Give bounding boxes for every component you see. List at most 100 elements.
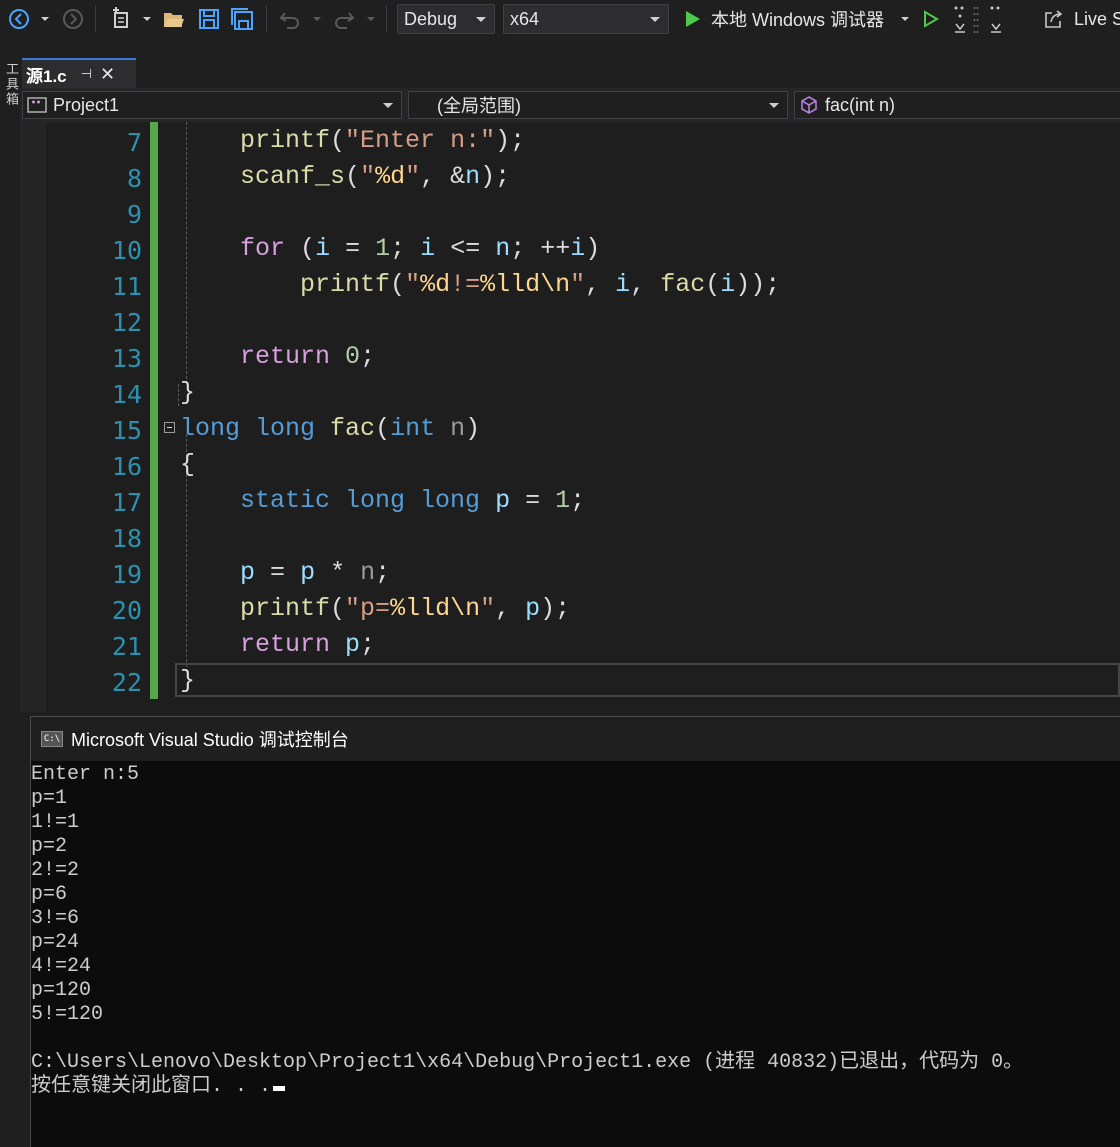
redo-dropdown-icon[interactable]	[364, 0, 378, 38]
start-debug-button[interactable]: 本地 Windows 调试器	[711, 0, 884, 38]
scope-guide	[178, 384, 179, 406]
console-line: Enter n:5	[31, 763, 140, 786]
method-cube-icon	[801, 96, 817, 114]
console-line: p=6	[31, 883, 68, 906]
console-line: p=24	[31, 931, 80, 954]
platform-value: x64	[510, 8, 540, 29]
member-dropdown[interactable]: fac(int n)	[794, 91, 1120, 119]
code-line: {	[180, 450, 196, 479]
project-icon	[27, 97, 47, 113]
code-line: scanf_s("%d", &n);	[240, 162, 511, 191]
line-number: 15	[111, 416, 142, 445]
chevron-down-icon	[476, 17, 486, 22]
console-title: Microsoft Visual Studio 调试控制台	[71, 730, 349, 750]
code-line: printf("p=%lld\n", p);	[240, 594, 571, 623]
current-line-highlight	[175, 663, 1120, 697]
save-icon[interactable]	[195, 0, 223, 38]
line-number: 17	[111, 488, 142, 517]
toolbar-overflow-icon[interactable]	[986, 0, 1006, 38]
grip-icon	[970, 0, 982, 38]
line-number: 14	[111, 380, 142, 409]
line-number: 20	[111, 596, 142, 625]
code-line: }	[180, 666, 196, 695]
member-name: fac(int n)	[825, 94, 896, 115]
console-line: 3!=6	[31, 907, 80, 930]
document-tab-bar: 源1.c ⊣ ✕	[20, 38, 1120, 88]
code-line: return p;	[240, 630, 376, 659]
code-line: for (i = 1; i <= n; ++i)	[240, 234, 601, 263]
console-line: 1!=1	[31, 811, 80, 834]
code-line: printf("Enter n:");	[240, 126, 526, 155]
line-number: 8	[126, 164, 142, 193]
debug-target-dropdown-icon[interactable]	[898, 0, 912, 38]
text-cursor	[273, 1086, 286, 1091]
undo-icon[interactable]	[276, 0, 304, 38]
tab-source-file[interactable]: 源1.c ⊣ ✕	[22, 58, 136, 88]
toolbar: Debug x64 本地 Windows 调试器 Live S	[0, 0, 1120, 38]
save-all-icon[interactable]	[228, 0, 256, 38]
console-line: 5!=120	[31, 1003, 104, 1026]
line-number: 21	[111, 632, 142, 661]
tool-window-strip: 工具箱	[0, 38, 20, 1147]
pin-icon[interactable]: ⊣	[81, 66, 92, 82]
open-folder-icon[interactable]	[160, 0, 188, 38]
code-line: }	[180, 378, 196, 407]
scope-name: (全局范围)	[437, 96, 521, 116]
back-icon[interactable]	[6, 0, 32, 38]
console-line: p=120	[31, 979, 92, 1002]
code-line: p = p * n;	[240, 558, 391, 587]
new-project-icon[interactable]	[108, 0, 136, 38]
console-line: 2!=2	[31, 859, 80, 882]
chevron-down-icon	[650, 17, 660, 22]
start-debug-icon[interactable]	[682, 0, 704, 38]
glyph-margin[interactable]	[20, 122, 46, 712]
code-editor[interactable]: 7 8 9 10 11 12 13 14 15 16 17 18 19 20 21 22 printf("En…	[20, 122, 1120, 712]
console-prompt: 按任意键关闭此窗口. . .	[31, 1075, 272, 1098]
redo-icon[interactable]	[330, 0, 358, 38]
platform-select[interactable]: x64	[503, 4, 669, 34]
console-line: C:\Users\Lenovo\Desktop\Project1\x64\Deb…	[31, 1051, 1024, 1074]
project-name: Project1	[53, 94, 120, 115]
undo-dropdown-icon[interactable]	[310, 0, 324, 38]
start-without-debug-icon[interactable]	[920, 0, 942, 38]
console-line: 4!=24	[31, 955, 92, 978]
chevron-down-icon	[769, 103, 779, 108]
console-title-bar[interactable]: C:\ Microsoft Visual Studio 调试控制台	[31, 717, 1120, 761]
live-share-button[interactable]: Live S	[1074, 0, 1120, 38]
code-line: printf("%d!=%lld\n", i, fac(i));	[300, 270, 781, 299]
line-number: 10	[111, 236, 142, 265]
forward-icon[interactable]	[60, 0, 86, 38]
line-number: 13	[111, 344, 142, 373]
line-number: 16	[111, 452, 142, 481]
line-number: 7	[126, 128, 142, 157]
step-icon[interactable]	[950, 0, 970, 38]
line-number: 12	[111, 308, 142, 337]
back-dropdown-icon[interactable]	[38, 0, 52, 38]
console-prompt-line: 按任意键关闭此窗口. . .	[31, 1075, 286, 1099]
configuration-select[interactable]: Debug	[397, 4, 495, 34]
line-number: 22	[111, 668, 142, 697]
share-icon[interactable]	[1042, 0, 1066, 38]
line-number: 19	[111, 560, 142, 589]
chevron-down-icon	[383, 103, 393, 108]
collapse-toggle-icon[interactable]	[164, 422, 175, 433]
navigation-bar: Project1 (全局范围) fac(int n)	[20, 88, 1120, 122]
console-line: p=2	[31, 835, 68, 858]
close-icon[interactable]: ✕	[100, 64, 115, 85]
toolbox-tab[interactable]: 工具箱	[2, 62, 21, 107]
code-line: long long fac(int n)	[180, 414, 481, 443]
new-dropdown-icon[interactable]	[140, 0, 154, 38]
tab-label: 源1.c	[26, 66, 67, 86]
debug-console-window[interactable]: C:\ Microsoft Visual Studio 调试控制台 Enter …	[30, 716, 1120, 1147]
console-app-icon: C:\	[41, 731, 63, 747]
change-tracking-bar	[150, 122, 158, 699]
code-line: static long long p = 1;	[240, 486, 586, 515]
configuration-value: Debug	[404, 8, 458, 29]
line-number: 18	[111, 524, 142, 553]
code-line: return 0;	[240, 342, 376, 371]
line-number: 11	[111, 272, 142, 301]
scope-dropdown[interactable]: (全局范围)	[408, 91, 788, 119]
project-dropdown[interactable]: Project1	[22, 91, 402, 119]
console-line: p=1	[31, 787, 68, 810]
line-number: 9	[126, 200, 142, 229]
